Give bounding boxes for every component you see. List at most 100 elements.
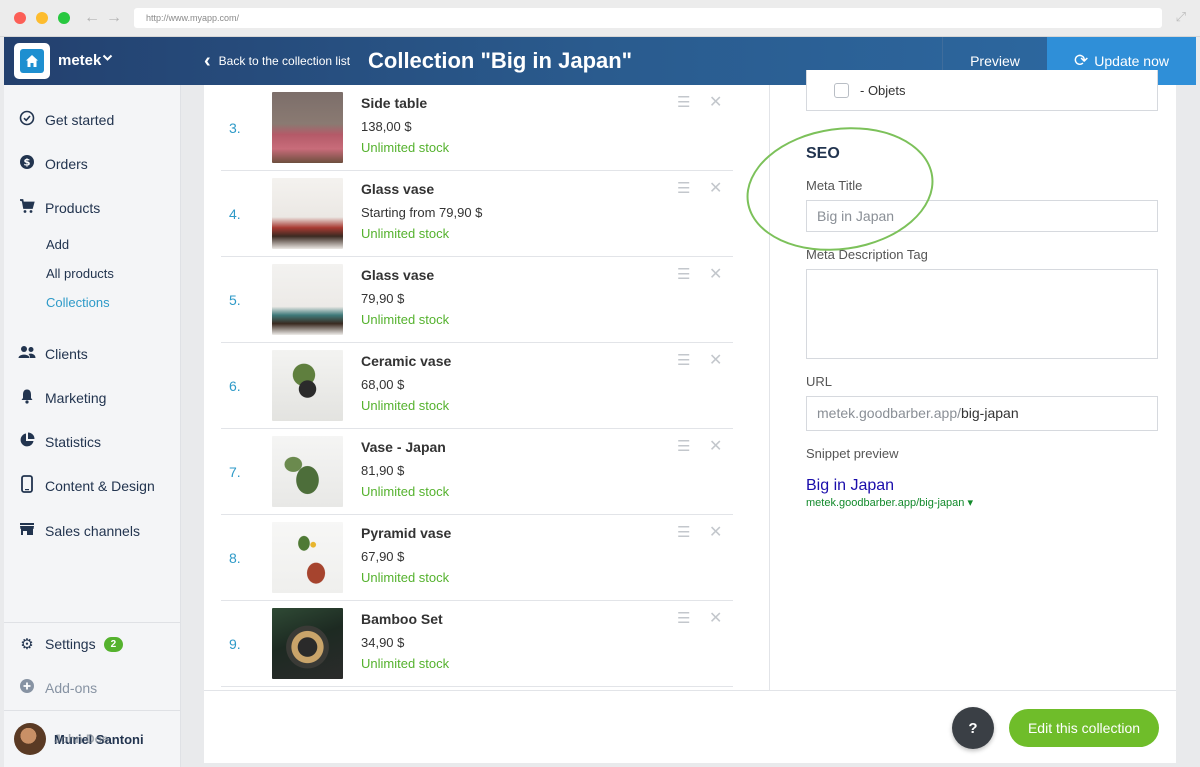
chevron-left-icon: ‹ [204,49,211,72]
drag-handle-icon[interactable]: ☰ [677,267,690,282]
product-stock: Unlimited stock [361,484,450,499]
product-image-glass-vase [272,264,343,335]
sidebar: Get started $ Orders Products Add All pr… [4,85,181,767]
remove-icon[interactable]: ✕ [709,95,722,111]
edit-collection-label: Edit this collection [1027,720,1141,736]
svg-text:$: $ [24,158,31,169]
back-to-list-link[interactable]: ‹ Back to the collection list [204,47,350,75]
user-profile[interactable]: John Doe Muriel Santoni [14,723,144,755]
address-bar[interactable]: http://www.myapp.com/ [134,8,1162,28]
drag-handle-icon[interactable]: ☰ [677,611,690,626]
plus-circle-icon [18,678,36,698]
list-item: 3. Side table 138,00 $ Unlimited stock ☰… [221,85,733,171]
check-circle-icon [18,110,36,130]
sidebar-subitem-collections[interactable]: Collections [46,295,110,310]
sidebar-item-sales-channels[interactable]: Sales channels [18,521,140,541]
drag-handle-icon[interactable]: ☰ [677,439,690,454]
list-item: 8. Pyramid vase 67,90 $ Unlimited stock … [221,515,733,601]
product-stock: Unlimited stock [361,226,450,241]
product-image-vase-japan [272,436,343,507]
account-name[interactable]: metek [58,52,101,69]
drag-handle-icon[interactable]: ☰ [677,525,690,540]
product-image-pyramid-vase [272,522,343,593]
product-name[interactable]: Glass vase [361,267,434,283]
close-window-button[interactable] [14,12,26,24]
product-name[interactable]: Glass vase [361,181,434,197]
sidebar-item-marketing[interactable]: Marketing [18,388,106,408]
product-price: Starting from 79,90 $ [361,205,483,220]
drag-handle-icon[interactable]: ☰ [677,95,690,110]
home-icon [20,49,44,73]
home-button[interactable] [14,43,50,79]
sidebar-item-label: Content & Design [45,478,155,494]
list-item: 5. Glass vase 79,90 $ Unlimited stock ☰ … [221,257,733,343]
sidebar-divider [4,622,180,623]
refresh-icon: ⟳ [1074,51,1089,70]
sidebar-item-products[interactable]: Products [18,198,100,218]
list-item: 9. Bamboo Set 34,90 $ Unlimited stock ☰ … [221,601,733,687]
settings-badge: 2 [103,636,124,652]
product-price: 68,00 $ [361,377,405,392]
user-name: John Doe Muriel Santoni [54,732,144,747]
product-image-side-table [272,92,343,163]
edit-collection-button[interactable]: Edit this collection [1009,709,1159,747]
remove-icon[interactable]: ✕ [709,353,722,369]
row-number: 8. [229,550,241,566]
meta-description-textarea[interactable] [806,269,1158,359]
remove-icon[interactable]: ✕ [709,267,722,283]
row-number: 3. [229,120,241,136]
remove-icon[interactable]: ✕ [709,611,722,627]
dollar-circle-icon: $ [18,154,36,174]
remove-icon[interactable]: ✕ [709,181,722,197]
sidebar-item-orders[interactable]: $ Orders [18,154,88,174]
expand-icon[interactable]: ⤢ [1176,10,1186,24]
snippet-preview-label: Snippet preview [806,446,899,461]
store-icon [18,522,36,540]
sidebar-item-add-ons[interactable]: Add-ons [18,678,97,698]
objets-checkbox[interactable] [834,83,849,98]
product-stock: Unlimited stock [361,398,450,413]
page-title: Collection "Big in Japan" [368,48,633,73]
chevron-down-icon[interactable] [102,52,113,66]
product-name[interactable]: Pyramid vase [361,525,451,541]
product-stock: Unlimited stock [361,140,450,155]
update-label: Update now [1094,53,1169,69]
product-name[interactable]: Side table [361,95,427,111]
product-stock: Unlimited stock [361,656,450,671]
row-number: 9. [229,636,241,652]
url-slug: big-japan [961,405,1019,421]
pie-chart-icon [18,432,36,452]
row-number: 5. [229,292,241,308]
remove-icon[interactable]: ✕ [709,525,722,541]
product-price: 81,90 $ [361,463,405,478]
bell-icon [18,388,36,408]
drag-handle-icon[interactable]: ☰ [677,181,690,196]
maximize-window-button[interactable] [58,12,70,24]
sidebar-item-statistics[interactable]: Statistics [18,432,101,452]
drag-handle-icon[interactable]: ☰ [677,353,690,368]
phone-icon [18,475,36,497]
sidebar-item-label: Settings [45,636,96,652]
chat-help-icon[interactable]: ? [952,707,994,749]
sidebar-item-clients[interactable]: Clients [18,344,88,364]
sidebar-item-label: Clients [45,346,88,362]
sidebar-item-label: Sales channels [45,523,140,539]
category-list-box [806,70,1158,111]
remove-icon[interactable]: ✕ [709,439,722,455]
url-input[interactable]: metek.goodbarber.app/big-japan [806,396,1158,431]
product-name[interactable]: Vase - Japan [361,439,446,455]
row-number: 6. [229,378,241,394]
sidebar-subitem-add[interactable]: Add [46,237,69,252]
browser-forward-icon[interactable]: → [106,8,122,28]
url-prefix: metek.goodbarber.app/ [817,405,961,421]
product-name[interactable]: Bamboo Set [361,611,443,627]
sidebar-item-settings[interactable]: ⚙ Settings 2 [18,634,124,654]
minimize-window-button[interactable] [36,12,48,24]
browser-back-icon[interactable]: ← [84,8,100,28]
sidebar-item-content-design[interactable]: Content & Design [18,475,155,497]
product-name[interactable]: Ceramic vase [361,353,451,369]
sidebar-item-get-started[interactable]: Get started [18,110,114,130]
product-image-ceramic-vase [272,350,343,421]
sidebar-subitem-all-products[interactable]: All products [46,266,114,281]
sidebar-item-label: Add-ons [45,680,98,696]
